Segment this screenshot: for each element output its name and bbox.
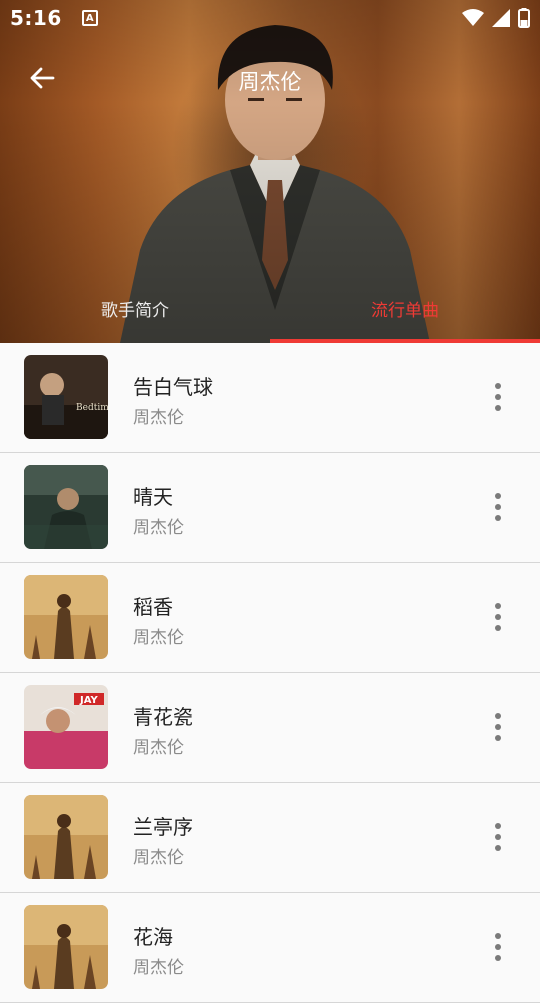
album-cover (24, 465, 108, 549)
album-cover: Bedtime Stories (24, 355, 108, 439)
song-title: 稻香 (133, 595, 173, 619)
toolbar: 周杰伦 (0, 50, 540, 110)
tab-label: 歌手简介 (101, 301, 169, 321)
album-art-qingtian (24, 465, 108, 549)
song-artist: 周杰伦 (133, 738, 184, 758)
song-row[interactable]: 兰亭序 周杰伦 (0, 783, 540, 893)
more-vertical-icon (495, 493, 501, 499)
more-vertical-icon (495, 603, 501, 609)
cell-signal-icon (492, 9, 510, 27)
album-cover: JAY (24, 685, 108, 769)
more-dot (495, 944, 501, 950)
more-vertical-icon (495, 933, 501, 939)
more-vertical-icon (495, 823, 501, 829)
album-cover (24, 905, 108, 989)
song-row[interactable]: Bedtime Stories 告白气球 周杰伦 (0, 343, 540, 453)
song-artist: 周杰伦 (133, 408, 184, 428)
more-options-button[interactable] (484, 597, 512, 637)
more-dot (495, 724, 501, 730)
album-art-daoxiang (24, 575, 108, 659)
more-dot (495, 625, 501, 631)
more-dot (495, 614, 501, 620)
song-list: Bedtime Stories 告白气球 周杰伦 晴天 周杰伦 (0, 343, 540, 1003)
more-options-button[interactable] (484, 927, 512, 967)
page-title: 周杰伦 (238, 70, 302, 94)
album-art-huahai (24, 905, 108, 989)
battery-icon (518, 8, 530, 28)
more-dot (495, 405, 501, 411)
more-vertical-icon (495, 713, 501, 719)
song-artist: 周杰伦 (133, 958, 184, 978)
tab-popular-singles[interactable]: 流行单曲 (270, 288, 540, 343)
song-artist: 周杰伦 (133, 848, 184, 868)
more-options-button[interactable] (484, 707, 512, 747)
song-title: 晴天 (133, 485, 173, 509)
song-row[interactable]: 晴天 周杰伦 (0, 453, 540, 563)
more-dot (495, 394, 501, 400)
tab-bar: 歌手简介 流行单曲 (0, 288, 540, 343)
artist-header: 5:16 A 周杰伦 歌手简介 流行单曲 (0, 0, 540, 343)
song-title: 兰亭序 (133, 815, 193, 839)
song-title: 青花瓷 (133, 705, 193, 729)
more-dot (495, 845, 501, 851)
song-title: 告白气球 (133, 375, 213, 399)
more-vertical-icon (495, 383, 501, 389)
more-dot (495, 955, 501, 961)
more-options-button[interactable] (484, 817, 512, 857)
song-row[interactable]: 稻香 周杰伦 (0, 563, 540, 673)
song-artist: 周杰伦 (133, 518, 184, 538)
song-title: 花海 (133, 925, 173, 949)
song-row[interactable]: JAY 青花瓷 周杰伦 (0, 673, 540, 783)
song-artist: 周杰伦 (133, 628, 184, 648)
clock: 5:16 (10, 6, 62, 30)
more-dot (495, 515, 501, 521)
album-cover (24, 795, 108, 879)
song-row[interactable]: 花海 周杰伦 (0, 893, 540, 1003)
cover-text: Bedtime Stories (76, 403, 108, 413)
album-cover (24, 575, 108, 659)
more-dot (495, 504, 501, 510)
more-dot (495, 735, 501, 741)
notification-a-icon: A (81, 10, 98, 26)
status-bar: 5:16 A (0, 0, 540, 36)
wifi-icon (462, 9, 484, 26)
album-art-qinghuaci: JAY (24, 685, 108, 769)
more-options-button[interactable] (484, 487, 512, 527)
tab-label: 流行单曲 (371, 301, 439, 321)
album-art-lantingxu (24, 795, 108, 879)
album-art-bedtime-stories: Bedtime Stories (24, 355, 108, 439)
more-dot (495, 834, 501, 840)
cover-text: JAY (79, 695, 99, 706)
more-options-button[interactable] (484, 377, 512, 417)
tab-artist-intro[interactable]: 歌手简介 (0, 288, 270, 343)
